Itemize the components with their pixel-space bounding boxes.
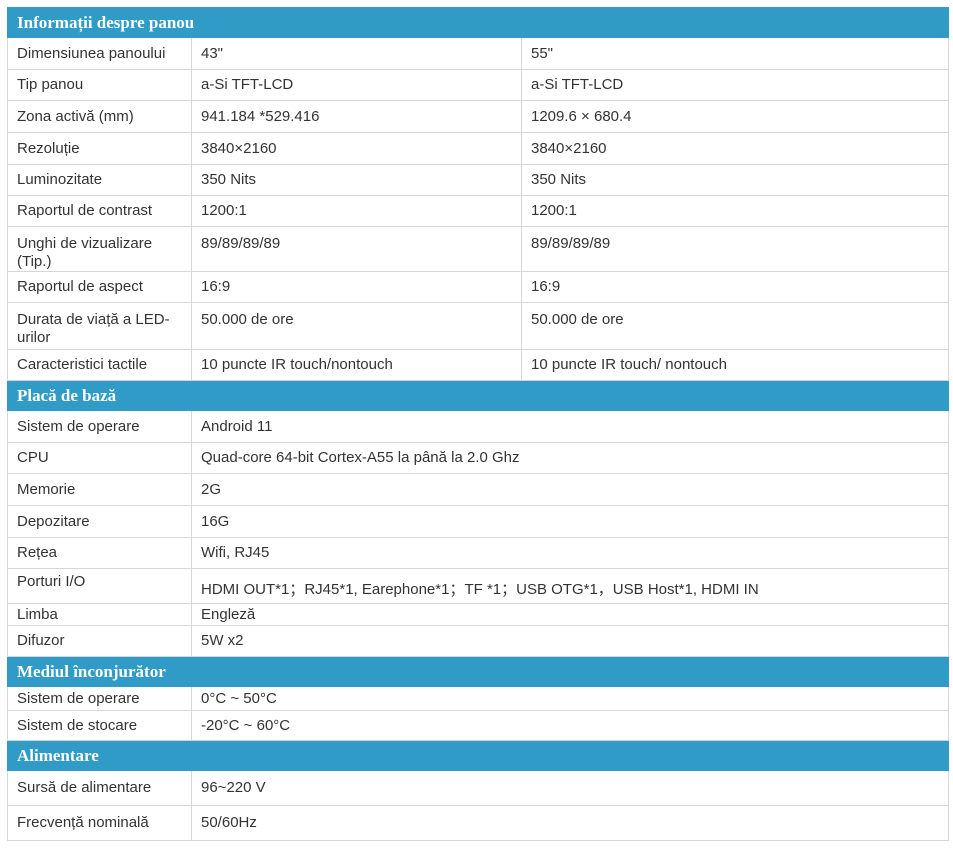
row-value: HDMI OUT*1；RJ45*1, Earephone*1；TF *1；USB…: [191, 568, 949, 604]
value-43: 1200:1: [191, 195, 522, 227]
row-value: Quad-core 64-bit Cortex-A55 la până la 2…: [191, 442, 949, 474]
row-label: Dimensiunea panoului: [7, 37, 192, 70]
table-row: Porturi I/O HDMI OUT*1；RJ45*1, Earephone…: [7, 568, 949, 604]
section-title: Mediul înconjurător: [7, 656, 949, 687]
row-label: CPU: [7, 442, 192, 474]
table-row: Zona activă (mm) 941.184 *529.416 1209.6…: [7, 100, 949, 133]
row-label: Raportul de contrast: [7, 195, 192, 227]
row-label: Unghi de vizualizare (Tip.): [7, 226, 192, 272]
table-row: Sistem de operare 0°C ~ 50°C: [7, 686, 949, 711]
row-label: Sistem de operare: [7, 686, 192, 711]
section-title: Placă de bază: [7, 380, 949, 411]
table-row: Raportul de contrast 1200:1 1200:1: [7, 195, 949, 227]
section-header-power: Alimentare: [7, 740, 949, 771]
value-55: 89/89/89/89: [521, 226, 949, 272]
value-43: 89/89/89/89: [191, 226, 522, 272]
value-43: 941.184 *529.416: [191, 100, 522, 133]
row-value: 2G: [191, 473, 949, 506]
table-row: Dimensiunea panoului 43" 55": [7, 37, 949, 70]
row-label: Limba: [7, 603, 192, 626]
value-43: 350 Nits: [191, 164, 522, 196]
table-row: Rețea Wifi, RJ45: [7, 537, 949, 569]
row-value: 5W x2: [191, 625, 949, 657]
row-label: Rezoluție: [7, 132, 192, 165]
value-43: 43": [191, 37, 522, 70]
specification-table: Informații despre panou Dimensiunea pano…: [7, 7, 949, 841]
row-label: Durata de viață a LED-urilor: [7, 302, 192, 350]
table-row: Raportul de aspect 16:9 16:9: [7, 271, 949, 303]
value-55: 1209.6 × 680.4: [521, 100, 949, 133]
value-55: 50.000 de ore: [521, 302, 949, 350]
section-title: Alimentare: [7, 740, 949, 771]
row-value: 96~220 V: [191, 770, 949, 806]
row-value: 16G: [191, 505, 949, 538]
row-label: Caracteristici tactile: [7, 349, 192, 381]
table-row: CPU Quad-core 64-bit Cortex-A55 la până …: [7, 442, 949, 474]
row-value: 0°C ~ 50°C: [191, 686, 949, 711]
table-row: Depozitare 16G: [7, 505, 949, 538]
table-row: Luminozitate 350 Nits 350 Nits: [7, 164, 949, 196]
value-55: 55": [521, 37, 949, 70]
table-row: Sistem de stocare -20°C ~ 60°C: [7, 710, 949, 741]
value-55: 3840×2160: [521, 132, 949, 165]
row-value: Android 11: [191, 410, 949, 443]
table-row: Tip panou a-Si TFT-LCD a-Si TFT-LCD: [7, 69, 949, 101]
table-row: Difuzor 5W x2: [7, 625, 949, 657]
row-label: Frecvență nominală: [7, 805, 192, 841]
section-header-panel: Informații despre panou: [7, 7, 949, 38]
value-43: 10 puncte IR touch/nontouch: [191, 349, 522, 381]
row-value: Engleză: [191, 603, 949, 626]
table-row: Sursă de alimentare 96~220 V: [7, 770, 949, 806]
table-row: Frecvență nominală 50/60Hz: [7, 805, 949, 841]
value-43: a-Si TFT-LCD: [191, 69, 522, 101]
row-value: Wifi, RJ45: [191, 537, 949, 569]
row-label: Zona activă (mm): [7, 100, 192, 133]
table-row: Memorie 2G: [7, 473, 949, 506]
table-row: Limba Engleză: [7, 603, 949, 626]
value-55: 16:9: [521, 271, 949, 303]
row-label: Raportul de aspect: [7, 271, 192, 303]
section-header-mainboard: Placă de bază: [7, 380, 949, 411]
row-label: Luminozitate: [7, 164, 192, 196]
table-row: Caracteristici tactile 10 puncte IR touc…: [7, 349, 949, 381]
value-43: 16:9: [191, 271, 522, 303]
row-label: Sistem de stocare: [7, 710, 192, 741]
row-label: Depozitare: [7, 505, 192, 538]
value-55: 10 puncte IR touch/ nontouch: [521, 349, 949, 381]
row-label: Difuzor: [7, 625, 192, 657]
row-label: Tip panou: [7, 69, 192, 101]
row-value: -20°C ~ 60°C: [191, 710, 949, 741]
value-55: 350 Nits: [521, 164, 949, 196]
value-43: 3840×2160: [191, 132, 522, 165]
row-value: 50/60Hz: [191, 805, 949, 841]
row-label: Sursă de alimentare: [7, 770, 192, 806]
table-row: Durata de viață a LED-urilor 50.000 de o…: [7, 302, 949, 350]
row-label: Rețea: [7, 537, 192, 569]
table-row: Rezoluție 3840×2160 3840×2160: [7, 132, 949, 165]
table-row: Unghi de vizualizare (Tip.) 89/89/89/89 …: [7, 226, 949, 272]
row-label: Memorie: [7, 473, 192, 506]
value-43: 50.000 de ore: [191, 302, 522, 350]
row-label: Porturi I/O: [7, 568, 192, 604]
value-55: a-Si TFT-LCD: [521, 69, 949, 101]
section-title: Informații despre panou: [7, 7, 949, 38]
row-label: Sistem de operare: [7, 410, 192, 443]
section-header-environment: Mediul înconjurător: [7, 656, 949, 687]
table-row: Sistem de operare Android 11: [7, 410, 949, 443]
value-55: 1200:1: [521, 195, 949, 227]
